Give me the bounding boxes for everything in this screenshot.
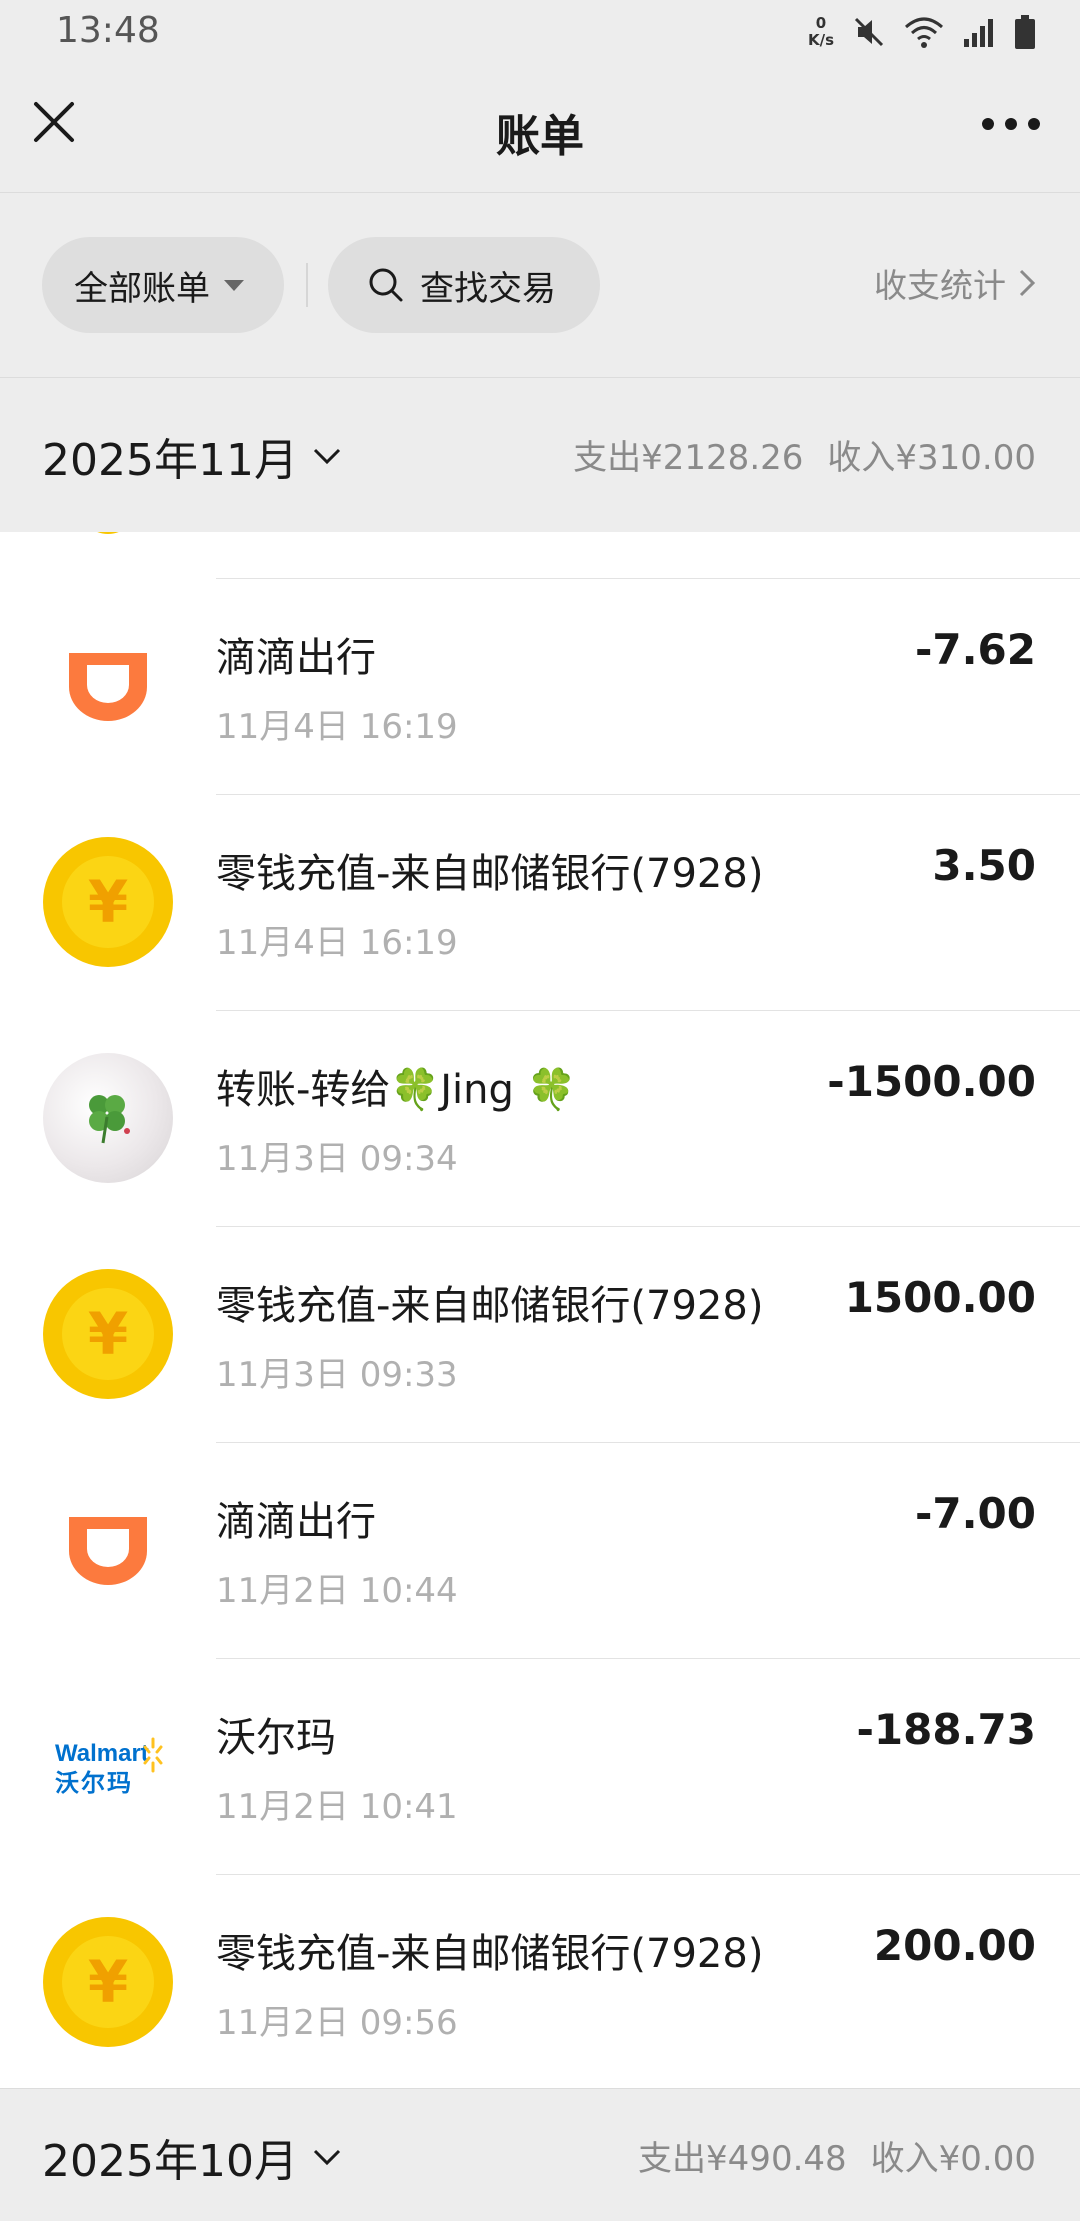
search-transactions-button[interactable]: 查找交易: [328, 237, 600, 333]
yuan-coin-icon: ¥: [43, 1269, 173, 1399]
more-options-button[interactable]: [982, 118, 1040, 130]
transaction-row[interactable]: ¥ 零钱充值-来自邮储银行(7928) 11月2日 09:56 200.00: [0, 1875, 1080, 2088]
chevron-down-icon: [313, 2149, 341, 2166]
transaction-name: 滴滴出行: [216, 1499, 376, 1545]
month-expense: 支出¥490.48: [638, 2139, 847, 2179]
transaction-row[interactable]: 滴滴出行 11月4日 16:19 -7.62: [0, 579, 1080, 795]
yuan-coin-icon: [78, 532, 138, 534]
transaction-time: 11月2日 09:56: [216, 2003, 458, 2043]
transaction-amount: -7.00: [914, 1489, 1036, 1538]
chevron-down-icon: [313, 448, 341, 465]
more-dot: [1005, 118, 1017, 130]
month-header: 2025年10月 支出¥490.48 收入¥0.00: [0, 2088, 1080, 2221]
yuan-coin-icon: ¥: [43, 837, 173, 967]
search-label: 查找交易: [420, 268, 556, 309]
stats-label: 收支统计: [874, 266, 1006, 305]
transaction-amount: -1500.00: [827, 1057, 1036, 1106]
transaction-row[interactable]: 滴滴出行 11月2日 10:44 -7.00: [0, 1443, 1080, 1659]
month-label: 2025年11月: [42, 435, 298, 486]
yuan-coin-icon: ¥: [43, 1917, 173, 2047]
didi-icon: [43, 1485, 173, 1615]
month-summary: 支出¥2128.26 收入¥310.00: [573, 430, 1036, 479]
more-dot: [1028, 118, 1040, 130]
caret-down-icon: [224, 279, 244, 291]
transaction-amount: 1500.00: [844, 1273, 1036, 1322]
transaction-list: 滴滴出行 11月4日 16:19 -7.62 ¥ 零钱充值-来自邮储银行(792…: [0, 532, 1080, 2088]
month-header: 2025年11月 支出¥2128.26 收入¥310.00: [0, 378, 1080, 532]
transaction-time: 11月4日 16:19: [216, 923, 458, 963]
all-bills-label: 全部账单: [74, 268, 210, 309]
transaction-row[interactable]: Walmart 沃尔玛 沃尔玛 11月2日 10:41 -188.73: [0, 1659, 1080, 1875]
more-dot: [982, 118, 994, 130]
month-income: 收入¥310.00: [827, 438, 1036, 478]
filter-bar: 全部账单 查找交易 收支统计: [0, 193, 1080, 378]
signal-icon: [964, 19, 993, 47]
clover-photo-avatar: [43, 1053, 173, 1183]
transaction-row[interactable]: ¥ 零钱充值-来自邮储银行(7928) 11月4日 16:19 3.50: [0, 795, 1080, 1011]
transaction-amount: 200.00: [873, 1921, 1036, 1970]
battery-icon: [1015, 15, 1035, 49]
month-expense: 支出¥2128.26: [573, 438, 804, 478]
transaction-name: 零钱充值-来自邮储银行(7928): [216, 1931, 764, 1977]
wifi-icon: [905, 17, 943, 48]
svg-text:Walmart: Walmart: [55, 1740, 149, 1767]
transaction-row[interactable]: 转账-转给🍀Jing 🍀 11月3日 09:34 -1500.00: [0, 1011, 1080, 1227]
transaction-time: 11月3日 09:34: [216, 1139, 458, 1179]
transaction-time: 11月2日 10:41: [216, 1787, 458, 1827]
month-selector[interactable]: 2025年10月: [42, 2125, 342, 2189]
svg-text:沃尔玛: 沃尔玛: [55, 1769, 133, 1797]
transaction-amount: 3.50: [932, 841, 1036, 890]
status-icons: 0 K/s: [808, 12, 1036, 52]
status-bar: 13:48 0 K/s: [0, 0, 1080, 64]
month-summary: 支出¥490.48 收入¥0.00: [638, 2131, 1036, 2180]
transaction-name: 零钱充值-来自邮储银行(7928): [216, 1283, 764, 1329]
transaction-time: 11月2日 10:44: [216, 1571, 458, 1611]
divider: [306, 263, 308, 307]
all-bills-dropdown[interactable]: 全部账单: [42, 237, 284, 333]
chevron-right-icon: [1019, 269, 1036, 297]
mute-icon: [854, 17, 884, 47]
transaction-row[interactable]: ¥ 零钱充值-来自邮储银行(7928) 11月3日 09:33 1500.00: [0, 1227, 1080, 1443]
clock: 13:48: [56, 10, 160, 51]
transaction-amount: -7.62: [914, 625, 1036, 674]
search-icon: [369, 268, 403, 302]
transaction-name: 沃尔玛: [216, 1715, 336, 1761]
network-speed-icon: 0 K/s: [807, 14, 834, 49]
transaction-name: 转账-转给🍀Jing 🍀: [216, 1067, 577, 1113]
transaction-name: 滴滴出行: [216, 635, 376, 681]
month-selector[interactable]: 2025年11月: [42, 424, 342, 488]
walmart-logo: Walmart 沃尔玛: [43, 1701, 173, 1831]
month-income: 收入¥0.00: [870, 2139, 1036, 2179]
transaction-time: 11月3日 09:33: [216, 1355, 458, 1395]
transaction-time: 11月4日 16:19: [216, 707, 458, 747]
transaction-name: 零钱充值-来自邮储银行(7928): [216, 851, 764, 897]
title-bar: 账单: [0, 64, 1080, 193]
didi-icon: [43, 621, 173, 751]
income-expense-stats-link[interactable]: 收支统计: [874, 259, 1036, 307]
page-title: 账单: [496, 111, 584, 162]
transaction-amount: -188.73: [856, 1705, 1036, 1754]
month-label: 2025年10月: [42, 2136, 298, 2187]
